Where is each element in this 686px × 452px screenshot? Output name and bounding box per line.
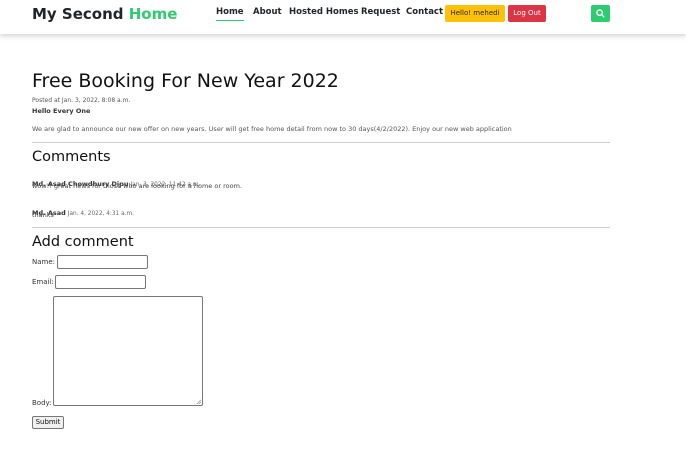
navbar: My Second Home Home About Hosted Homes R… (0, 0, 686, 34)
body-textarea[interactable] (53, 296, 203, 406)
comment-text: thanks (32, 211, 54, 219)
email-label: Email: (32, 278, 54, 286)
brand-accent-text: Home (128, 5, 178, 23)
user-greeting-button[interactable]: Hello! mehedi (445, 5, 505, 22)
post-greeting: Hello Every One (32, 107, 91, 115)
post-date: Posted at Jan. 3, 2022, 8:08 a.m. (32, 97, 131, 104)
resize-grip-icon[interactable] (196, 399, 201, 404)
brand-logo[interactable]: My Second Home (32, 5, 177, 23)
divider (32, 227, 610, 228)
search-icon (596, 9, 605, 18)
comments-heading: Comments (32, 149, 111, 165)
post-body: We are glad to announce our new offer on… (32, 125, 512, 133)
comment-date: Jan. 4, 2022, 4:31 a.m. (67, 211, 134, 217)
search-button[interactable] (591, 5, 610, 22)
nav-contact[interactable]: Contact (406, 7, 443, 17)
submit-button[interactable]: Submit (32, 416, 64, 429)
email-input[interactable] (55, 275, 146, 289)
logout-button[interactable]: Log Out (508, 5, 546, 22)
comment-text: wow!! great news for those who are looki… (32, 182, 242, 190)
name-input[interactable] (57, 255, 148, 269)
add-comment-heading: Add comment (32, 234, 134, 250)
brand-text: My Second (32, 5, 129, 23)
body-label: Body: (32, 399, 52, 407)
nav-home[interactable]: Home (216, 7, 244, 21)
nav-about[interactable]: About (253, 7, 282, 17)
name-label: Name: (32, 258, 56, 266)
divider (32, 142, 610, 143)
post-title: Free Booking For New Year 2022 (32, 70, 339, 92)
nav-hosted-homes[interactable]: Hosted Homes (289, 7, 359, 17)
nav-request[interactable]: Request (361, 7, 400, 17)
